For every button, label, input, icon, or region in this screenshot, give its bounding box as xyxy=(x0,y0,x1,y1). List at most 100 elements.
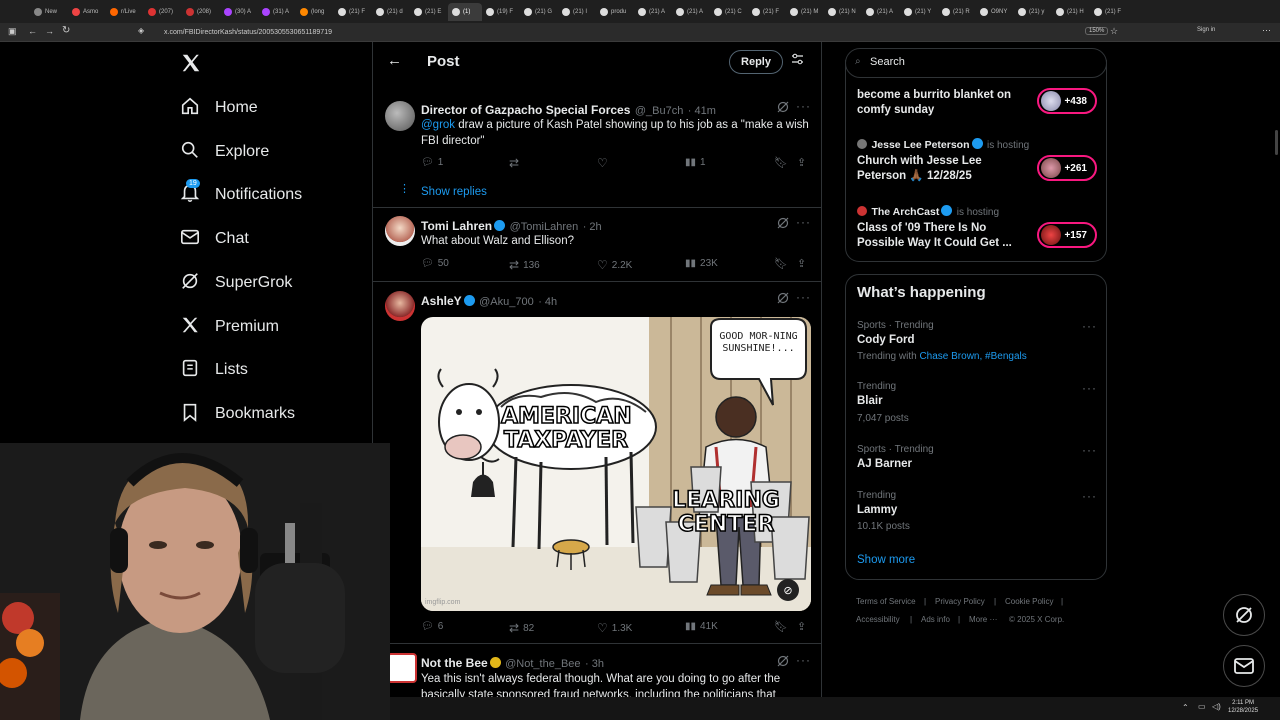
author-name[interactable]: Not the Bee xyxy=(421,656,488,670)
menu-icon[interactable]: ⋯ xyxy=(1262,25,1271,36)
nav-item-explore[interactable]: Explore xyxy=(180,137,269,167)
bookmark-icon[interactable]: 🔖︎ xyxy=(774,620,788,633)
share-icon[interactable]: ⇪ xyxy=(797,156,806,169)
repost-action[interactable]: ⇄ xyxy=(509,156,519,170)
footer-link[interactable]: Ads info xyxy=(921,615,950,624)
trend-related-links[interactable]: Chase Brown, #Bengals xyxy=(919,351,1026,362)
timestamp[interactable]: · 2h xyxy=(583,221,602,233)
reply-action[interactable]: 💬︎ 1 xyxy=(421,157,443,168)
timestamp[interactable]: · 41m xyxy=(688,105,716,117)
nav-item-home[interactable]: Home xyxy=(180,93,258,123)
browser-tab[interactable]: (21) d xyxy=(372,3,410,21)
browser-tab[interactable]: (21) I xyxy=(558,3,596,21)
grok-image-icon[interactable]: ⊘ xyxy=(777,579,799,601)
browser-tab[interactable]: (21) y xyxy=(1014,3,1052,21)
browser-tab[interactable]: (207) xyxy=(144,3,182,21)
trend-more-icon[interactable]: ··· xyxy=(1082,489,1097,503)
show-more-link[interactable]: Show more xyxy=(857,554,915,566)
author-handle[interactable]: @Aku_700 xyxy=(479,296,534,308)
repost-action[interactable]: ⇄ 82 xyxy=(509,621,534,635)
browser-tab[interactable]: New xyxy=(30,3,68,21)
scrollbar-thumb[interactable] xyxy=(1275,130,1278,155)
nav-item-chat[interactable]: Chat xyxy=(180,224,249,254)
footer-link[interactable]: Privacy Policy xyxy=(935,597,985,606)
timestamp[interactable]: · 3h xyxy=(585,658,604,670)
grok-icon[interactable] xyxy=(777,291,789,309)
footer-link[interactable]: Terms of Service xyxy=(856,597,916,606)
browser-tab[interactable]: (21) A xyxy=(862,3,900,21)
views-action[interactable]: ▮▮ 1 xyxy=(685,157,706,168)
reply-action[interactable]: 💬︎ 6 xyxy=(421,621,443,632)
shield-icon[interactable]: ◈ xyxy=(138,26,144,35)
avatar[interactable] xyxy=(385,101,415,131)
avatar[interactable] xyxy=(385,216,415,246)
share-icon[interactable]: ⇪ xyxy=(797,257,806,270)
browser-tab[interactable]: (21) A xyxy=(634,3,672,21)
author-name[interactable]: AshleY xyxy=(421,294,462,308)
like-action[interactable]: ♡ 2.2K xyxy=(597,258,632,272)
avatar[interactable] xyxy=(387,653,417,683)
clock[interactable]: 2:11 PM 12/28/2025 xyxy=(1228,699,1258,715)
filter-icon[interactable] xyxy=(791,53,804,71)
browser-tab[interactable]: produ xyxy=(596,3,634,21)
trend-more-icon[interactable]: ··· xyxy=(1082,443,1097,457)
author-name[interactable]: Director of Gazpacho Special Forces xyxy=(421,103,630,117)
repost-action[interactable]: ⇄ 136 xyxy=(509,258,540,272)
bookmark-icon[interactable]: 🔖︎ xyxy=(774,156,788,169)
views-action[interactable]: ▮▮ 41K xyxy=(685,621,718,632)
browser-tab[interactable]: (21) R xyxy=(938,3,976,21)
network-icon[interactable]: ▭ xyxy=(1198,702,1206,711)
author-handle[interactable]: @_Bu7ch xyxy=(635,105,683,117)
like-action[interactable]: ♡ 1.3K xyxy=(597,621,632,635)
grok-icon[interactable] xyxy=(777,100,789,118)
show-replies-link[interactable]: Show replies xyxy=(421,186,487,198)
more-icon[interactable]: ··· xyxy=(796,215,811,229)
nav-item-premium[interactable]: Premium xyxy=(180,312,279,342)
nav-item-notifications[interactable]: 19 Notifications xyxy=(180,178,302,210)
more-icon[interactable]: ··· xyxy=(796,290,811,304)
author-handle[interactable]: @Not_the_Bee xyxy=(505,658,580,670)
footer-link[interactable]: Accessibility xyxy=(856,615,900,624)
reload-icon[interactable]: ↻ xyxy=(62,25,70,36)
sign-in-button[interactable]: Sign in xyxy=(1197,27,1215,33)
browser-tab[interactable]: r/Live xyxy=(106,3,144,21)
mention-link[interactable]: @grok xyxy=(421,119,455,131)
back-nav-icon[interactable]: ← xyxy=(28,26,37,36)
footer-link[interactable]: More ··· xyxy=(969,615,997,624)
space-host[interactable]: The ArchCast xyxy=(871,206,939,218)
browser-tab[interactable]: (long xyxy=(296,3,334,21)
share-icon[interactable]: ⇪ xyxy=(797,620,806,633)
bookmark-icon[interactable]: 🔖︎ xyxy=(774,257,788,270)
browser-tab[interactable]: Asmo xyxy=(68,3,106,21)
footer-link[interactable]: Cookie Policy xyxy=(1005,597,1053,606)
tray-chevron-icon[interactable]: ⌃ xyxy=(1182,703,1189,712)
browser-tab[interactable]: (30) A xyxy=(220,3,258,21)
browser-tab[interactable]: (21) C xyxy=(710,3,748,21)
nav-item-lists[interactable]: Lists xyxy=(180,355,248,385)
avatar[interactable] xyxy=(385,291,415,321)
trend-more-icon[interactable]: ··· xyxy=(1082,319,1097,333)
browser-tab[interactable]: (21) F xyxy=(1090,3,1128,21)
space-listeners-badge[interactable]: +261 xyxy=(1037,155,1097,181)
like-action[interactable]: ♡ xyxy=(597,156,608,170)
space-listeners-badge[interactable]: +438 xyxy=(1037,88,1097,114)
browser-tab[interactable]: (21) E xyxy=(410,3,448,21)
url-field[interactable]: x.com/FBIDirectorKash/status/20053055306… xyxy=(150,26,1150,40)
browser-tab[interactable]: (21) A xyxy=(672,3,710,21)
nav-item-bookmarks[interactable]: Bookmarks xyxy=(180,399,295,429)
browser-tab[interactable]: (21) M xyxy=(786,3,824,21)
author-handle[interactable]: @TomiLahren xyxy=(510,221,579,233)
browser-tab[interactable]: (21) G xyxy=(520,3,558,21)
space-listeners-badge[interactable]: +157 xyxy=(1037,222,1097,248)
browser-tab[interactable]: (208) xyxy=(182,3,220,21)
sidebar-toggle-icon[interactable]: ▣ xyxy=(8,26,17,37)
timestamp[interactable]: · 4h xyxy=(538,296,557,308)
zoom-indicator[interactable]: 150% xyxy=(1085,27,1109,35)
space-host[interactable]: Jesse Lee Peterson xyxy=(871,139,969,151)
forward-nav-icon[interactable]: → xyxy=(45,26,54,36)
reply-button[interactable]: Reply xyxy=(729,50,783,74)
grok-icon[interactable] xyxy=(777,654,789,672)
more-icon[interactable]: ··· xyxy=(796,99,811,113)
browser-tab[interactable]: (21) H xyxy=(1052,3,1090,21)
browser-tab[interactable]: (21) N xyxy=(824,3,862,21)
